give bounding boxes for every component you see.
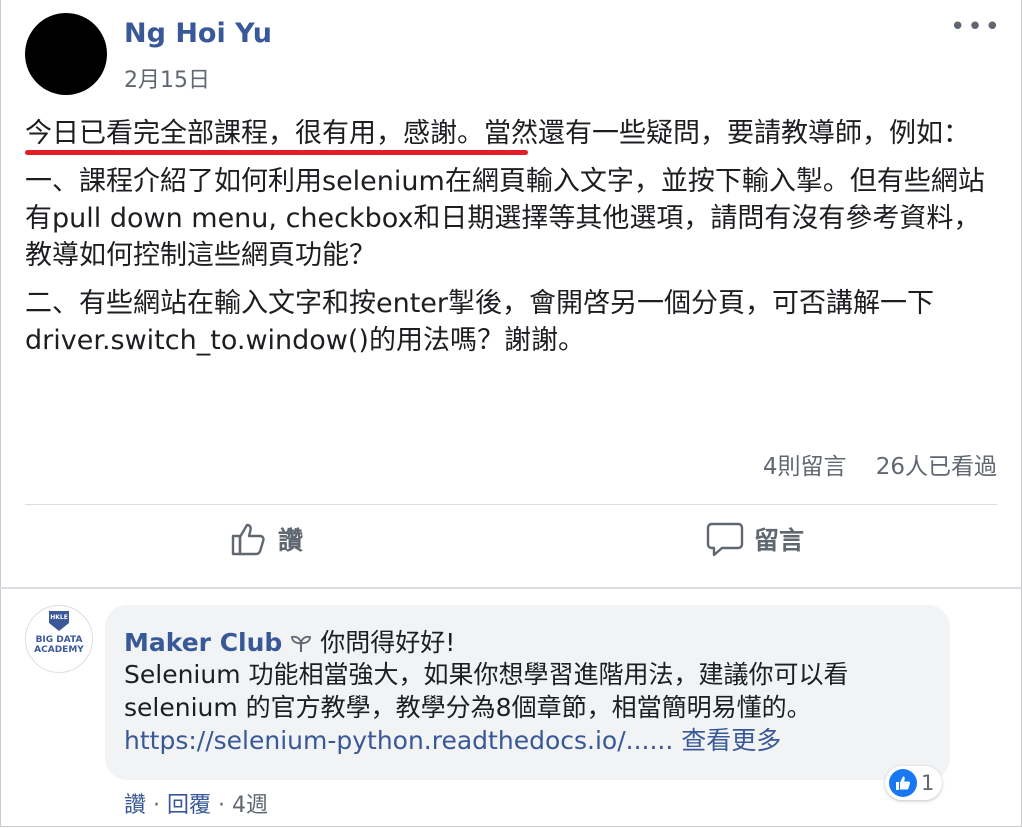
highlight-underline — [25, 150, 528, 155]
comment-text: Selenium 功能相當強大，如果你想學習進階用法，建議你可以看seleniu… — [124, 660, 849, 722]
more-dots-icon[interactable]: ••• — [950, 14, 1002, 40]
reaction-count: 1 — [921, 771, 935, 795]
comment-count[interactable]: 4則留言 — [763, 454, 847, 480]
post-paragraph: 二、有些網站在輸入文字和按enter掣後，會開啓另一個分頁，可否講解一下driv… — [25, 288, 935, 356]
comment-bubble-icon — [706, 522, 744, 557]
post: Ng Hoi Yu 2月15日 ••• 今日已看完全部課程，很有用，感謝。當然還… — [0, 0, 1022, 588]
view-count[interactable]: 26人已看過 — [876, 454, 997, 480]
sprout-icon — [291, 635, 312, 652]
post-date[interactable]: 2月15日 — [124, 62, 210, 94]
commenter-avatar[interactable]: HKLE BIG DATA ACADEMY — [25, 605, 93, 673]
comment-button[interactable]: 留言 — [706, 521, 804, 557]
comment-reply-link[interactable]: 回覆 — [167, 793, 211, 818]
see-more-link[interactable]: 查看更多 — [681, 726, 781, 755]
like-button[interactable]: 讚 — [230, 521, 303, 557]
commenter-name[interactable]: Maker Club — [124, 628, 282, 657]
post-stats: 4則留言 26人已看過 — [763, 447, 997, 481]
post-paragraph: 今日已看完全部課程，很有用，感謝。當然還有一些疑問，要請教導師，例如： — [25, 118, 970, 149]
comment-link[interactable]: https://selenium-python.readthedocs.io/.… — [124, 726, 673, 755]
post-author[interactable]: Ng Hoi Yu — [124, 18, 272, 49]
comment-like-link[interactable]: 讚 — [124, 793, 146, 818]
divider — [25, 504, 997, 505]
comment-text-block: Selenium 功能相當強大，如果你想學習進階用法，建議你可以看seleniu… — [124, 658, 939, 757]
like-label: 讚 — [278, 526, 304, 555]
thumbs-up-icon — [231, 523, 265, 556]
comment-footer: 讚 · 回覆 · 4週 — [124, 793, 269, 818]
comment-header: Maker Club 你問得好好! — [124, 623, 455, 659]
comment-label: 留言 — [754, 526, 805, 555]
avatar[interactable] — [25, 13, 107, 95]
comment-first-line: 你問得好好! — [320, 628, 456, 657]
reaction-summary[interactable]: 1 — [885, 766, 943, 800]
post-paragraph: 一、課程介紹了如何利用selenium在網頁輸入文字，並按下輸入掣。但有些網站有… — [25, 166, 985, 271]
comment-age[interactable]: 4週 — [232, 793, 268, 818]
avatar-badge: HKLE — [50, 614, 68, 621]
section-divider — [0, 587, 1022, 589]
avatar-logo-text: BIG DATA ACADEMY — [34, 635, 84, 655]
like-reaction-icon — [889, 769, 917, 797]
